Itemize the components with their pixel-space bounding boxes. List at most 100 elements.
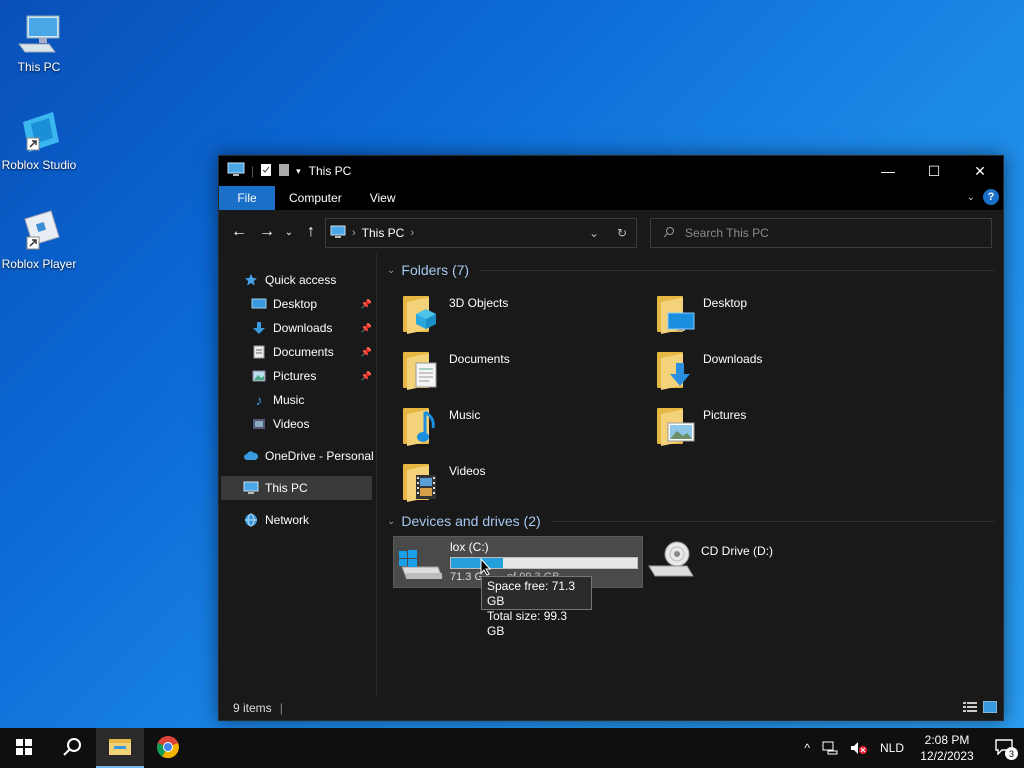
- sidebar-item-quick-access[interactable]: Quick access: [219, 268, 376, 292]
- sidebar-item-music[interactable]: ♪ Music: [219, 388, 376, 412]
- search-button[interactable]: [48, 728, 96, 768]
- desktop-icon-roblox-studio[interactable]: Roblox Studio: [1, 108, 77, 172]
- document-icon: [251, 344, 267, 360]
- help-button[interactable]: ?: [983, 189, 999, 205]
- group-header-label: Folders (7): [401, 262, 470, 278]
- sidebar-item-label: Videos: [273, 417, 310, 431]
- devices-group-header[interactable]: ⌄ Devices and drives (2): [383, 510, 1003, 532]
- network-status-icon[interactable]: [816, 728, 844, 768]
- cloud-icon: [243, 448, 259, 464]
- forward-arrow-icon[interactable]: →: [253, 218, 281, 246]
- desktop-icon-roblox-player[interactable]: Roblox Player: [1, 207, 77, 271]
- download-arrow-icon: [251, 320, 267, 336]
- pin-icon: 📌: [360, 298, 372, 309]
- action-center-button[interactable]: 3: [984, 728, 1024, 768]
- customize-dropdown-icon[interactable]: ▾: [296, 166, 301, 177]
- title-bar[interactable]: | ▾ This PC — ☐ ✕: [219, 156, 1003, 186]
- drive-d[interactable]: CD Drive (D:): [647, 536, 887, 588]
- desktop-folder-icon: [657, 292, 697, 336]
- breadcrumb-this-pc[interactable]: This PC: [362, 226, 405, 240]
- tab-file[interactable]: File: [219, 186, 275, 210]
- chrome-icon: [156, 735, 180, 762]
- folder-videos[interactable]: Videos: [403, 456, 643, 508]
- expand-ribbon-chevron-icon[interactable]: ⌄: [967, 192, 975, 203]
- drive-name: CD Drive (D:): [701, 544, 773, 558]
- sidebar-item-label: Desktop: [273, 297, 318, 311]
- address-history-chevron-icon[interactable]: ⌄: [580, 226, 608, 240]
- star-icon: [243, 272, 259, 288]
- recent-locations-chevron-icon[interactable]: ⌄: [281, 218, 297, 246]
- folder-pictures[interactable]: Pictures: [657, 400, 897, 452]
- notification-count-badge: 3: [1005, 747, 1018, 760]
- back-arrow-icon[interactable]: ←: [225, 218, 253, 246]
- folder-music[interactable]: Music: [403, 400, 643, 452]
- sidebar-item-network[interactable]: Network: [219, 508, 376, 532]
- folder-3d-objects[interactable]: 3D Objects: [403, 288, 643, 340]
- search-icon: [62, 737, 82, 760]
- sidebar-item-documents[interactable]: Documents 📌: [219, 340, 376, 364]
- windows-logo-icon: [16, 738, 32, 758]
- search-input[interactable]: [685, 226, 965, 240]
- taskbar-file-explorer[interactable]: [96, 728, 144, 768]
- sidebar-item-pictures[interactable]: Pictures 📌: [219, 364, 376, 388]
- computer-icon: [15, 10, 63, 58]
- sidebar-item-label: Network: [265, 513, 310, 527]
- ribbon-tabs: File Computer View ⌄ ?: [219, 186, 1003, 210]
- desktop-icon-label: Roblox Player: [1, 257, 77, 271]
- sidebar-item-label: OneDrive - Personal: [265, 449, 374, 463]
- tab-view[interactable]: View: [356, 186, 410, 210]
- collapse-chevron-icon: ⌄: [387, 515, 396, 527]
- tooltip-space-free: Space free: 71.3 GB: [487, 579, 576, 608]
- sidebar-item-label: Music: [273, 393, 305, 407]
- clock[interactable]: 2:08 PM 12/2/2023: [910, 728, 984, 768]
- sidebar-item-desktop[interactable]: Desktop 📌: [219, 292, 376, 316]
- sidebar-item-label: This PC: [265, 481, 308, 495]
- folder-downloads[interactable]: Downloads: [657, 344, 897, 396]
- show-hidden-icons-icon[interactable]: ^: [798, 728, 816, 768]
- music-folder-icon: [403, 404, 443, 448]
- sidebar-item-this-pc[interactable]: This PC: [221, 476, 372, 500]
- sidebar-item-onedrive[interactable]: OneDrive - Personal: [219, 444, 376, 468]
- sidebar-item-videos[interactable]: Videos: [219, 412, 376, 436]
- volume-muted-icon[interactable]: [844, 728, 874, 768]
- computer-icon: [330, 225, 346, 242]
- properties-icon[interactable]: [260, 163, 272, 180]
- folder-name: Music: [449, 408, 481, 422]
- desktop-icon-this-pc[interactable]: This PC: [1, 10, 77, 74]
- large-icons-view-icon[interactable]: [982, 700, 998, 716]
- start-button[interactable]: [0, 728, 48, 768]
- close-button[interactable]: ✕: [957, 156, 1003, 186]
- folder-name: Desktop: [703, 296, 748, 310]
- details-view-icon[interactable]: [963, 701, 977, 716]
- navigation-pane: Quick access Desktop 📌 Downloads 📌 Docum…: [219, 254, 377, 696]
- search-icon: [663, 226, 675, 241]
- tab-computer[interactable]: Computer: [275, 186, 356, 210]
- quick-access-toolbar: | ▾: [219, 162, 301, 181]
- minimize-button[interactable]: —: [865, 156, 911, 186]
- taskbar-chrome[interactable]: [144, 728, 192, 768]
- folder-name: 3D Objects: [449, 296, 509, 310]
- folder-name: Videos: [449, 464, 486, 478]
- address-bar[interactable]: › This PC › ⌄ ↻: [325, 218, 637, 248]
- folder-documents[interactable]: Documents: [403, 344, 643, 396]
- search-box[interactable]: [650, 218, 992, 248]
- pictures-folder-icon: [657, 404, 697, 448]
- maximize-button[interactable]: ☐: [911, 156, 957, 186]
- sidebar-item-downloads[interactable]: Downloads 📌: [219, 316, 376, 340]
- sidebar-item-label: Quick access: [265, 273, 337, 287]
- new-folder-icon[interactable]: [278, 163, 290, 180]
- folder-desktop[interactable]: Desktop: [657, 288, 897, 340]
- input-language[interactable]: NLD: [874, 728, 910, 768]
- roblox-player-icon: [15, 207, 63, 255]
- picture-icon: [251, 368, 267, 384]
- folders-group-header[interactable]: ⌄ Folders (7): [383, 259, 1003, 281]
- up-arrow-icon[interactable]: ↑: [297, 218, 325, 246]
- sidebar-item-label: Documents: [273, 345, 334, 359]
- folder-name: Pictures: [703, 408, 747, 422]
- file-explorer-window: | ▾ This PC — ☐ ✕ File Computer View ⌄ ?…: [218, 155, 1004, 721]
- music-note-icon: ♪: [255, 392, 263, 408]
- drive-tooltip: Space free: 71.3 GB Total size: 99.3 GB: [481, 576, 592, 638]
- refresh-icon[interactable]: ↻: [608, 226, 636, 240]
- sidebar-item-label: Downloads: [273, 321, 333, 335]
- window-title: This PC: [308, 164, 352, 178]
